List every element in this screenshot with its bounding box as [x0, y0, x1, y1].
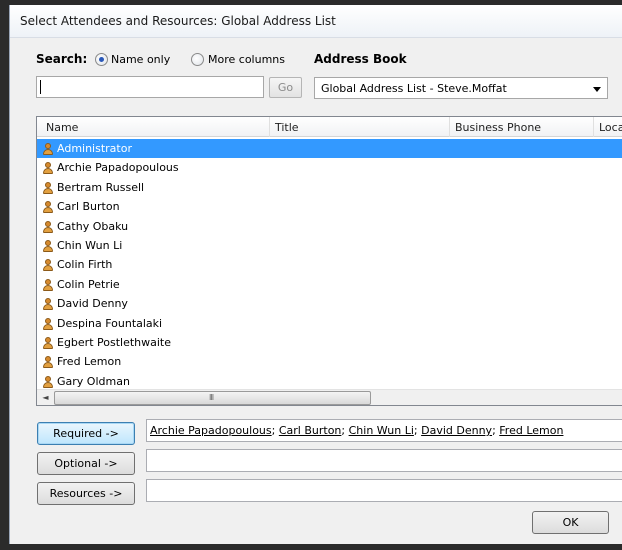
user-icon — [43, 259, 53, 272]
address-book-selected: Global Address List - Steve.Moffat — [321, 82, 507, 95]
contact-name: Colin Firth — [57, 258, 113, 272]
contact-name: Chin Wun Li — [57, 238, 123, 252]
user-icon — [43, 317, 53, 330]
required-attendee[interactable]: David Denny — [421, 424, 492, 437]
column-header-business-phone[interactable]: Business Phone — [455, 121, 541, 134]
scroll-left-icon[interactable]: ◄ — [37, 390, 54, 405]
window-frame-left — [0, 0, 9, 550]
window-frame-bottom — [0, 544, 622, 550]
column-divider[interactable] — [593, 117, 594, 137]
contact-name: Colin Petrie — [57, 277, 120, 291]
contact-name: Administrator — [57, 142, 132, 155]
contact-row[interactable]: Carl Burton — [37, 197, 622, 216]
contact-row[interactable]: Colin Petrie — [37, 275, 622, 294]
contact-row[interactable]: Administrator — [37, 139, 622, 159]
scrollbar-grip: III — [209, 393, 214, 402]
name-only-label[interactable]: Name only — [111, 53, 170, 66]
ok-button[interactable]: OK — [532, 511, 609, 534]
chevron-down-icon[interactable] — [593, 87, 601, 92]
required-attendees-field[interactable]: Archie Papadopoulous; Carl Burton; Chin … — [146, 419, 622, 442]
more-columns-radio[interactable] — [191, 53, 204, 66]
search-input[interactable] — [36, 76, 264, 98]
contact-row[interactable]: Despina Fountalaki — [37, 314, 622, 333]
name-only-radio[interactable] — [95, 53, 108, 66]
resources-field[interactable] — [146, 479, 622, 502]
contact-name: Gary Oldman — [57, 374, 130, 388]
user-icon — [43, 278, 53, 291]
title-bar: Select Attendees and Resources: Global A… — [10, 5, 622, 38]
user-icon — [43, 375, 53, 388]
column-header-title[interactable]: Title — [275, 121, 299, 134]
contact-name: David Denny — [57, 297, 128, 311]
required-attendee[interactable]: Carl Burton — [279, 424, 342, 437]
user-icon — [43, 298, 53, 311]
user-icon — [43, 201, 53, 214]
go-button[interactable]: Go — [269, 77, 302, 98]
contact-name: Despina Fountalaki — [57, 316, 163, 330]
contact-row[interactable]: Bertram Russell — [37, 178, 622, 197]
contact-rows: Administrator Archie Papadopoulous Bertr… — [37, 139, 622, 391]
contact-row[interactable]: Egbert Postlethwaite — [37, 333, 622, 352]
dialog-title: Select Attendees and Resources: Global A… — [20, 14, 336, 28]
contact-name: Fred Lemon — [57, 355, 122, 369]
contact-name: Bertram Russell — [57, 180, 145, 194]
user-icon — [43, 356, 53, 369]
address-list[interactable]: Name Title Business Phone Loca Administr… — [36, 116, 622, 406]
required-attendees-list: Archie Papadopoulous; Carl Burton; Chin … — [150, 424, 564, 437]
user-icon — [43, 220, 53, 233]
user-icon — [43, 162, 53, 175]
user-icon — [43, 143, 53, 155]
contact-row[interactable]: Archie Papadopoulous — [37, 158, 622, 177]
scrollbar-thumb[interactable]: III — [54, 391, 371, 405]
required-attendee[interactable]: Archie Papadopoulous — [150, 424, 272, 437]
optional-attendees-field[interactable] — [146, 449, 622, 472]
contact-name: Egbert Postlethwaite — [57, 335, 172, 349]
user-icon — [43, 181, 53, 194]
select-attendees-dialog: Select Attendees and Resources: Global A… — [9, 5, 622, 544]
contact-row[interactable]: Colin Firth — [37, 255, 622, 274]
contact-row[interactable]: Fred Lemon — [37, 352, 622, 371]
address-book-dropdown[interactable]: Global Address List - Steve.Moffat — [314, 77, 608, 99]
horizontal-scrollbar[interactable]: ◄ III — [37, 389, 622, 405]
resources-button[interactable]: Resources -> — [37, 482, 135, 505]
text-caret — [40, 80, 41, 94]
optional-button[interactable]: Optional -> — [37, 452, 135, 475]
column-divider[interactable] — [269, 117, 270, 137]
contact-name: Cathy Obaku — [57, 219, 129, 233]
required-attendee[interactable]: Fred Lemon — [499, 424, 563, 437]
user-icon — [43, 239, 53, 252]
contact-row[interactable]: David Denny — [37, 294, 622, 313]
contact-row[interactable]: Cathy Obaku — [37, 217, 622, 236]
required-attendee[interactable]: Chin Wun Li — [349, 424, 414, 437]
contact-name: Archie Papadopoulous — [57, 161, 179, 175]
more-columns-label[interactable]: More columns — [208, 53, 285, 66]
required-button[interactable]: Required -> — [37, 422, 135, 445]
column-header-name[interactable]: Name — [46, 121, 78, 134]
user-icon — [43, 336, 53, 349]
column-header-location[interactable]: Loca — [599, 121, 622, 134]
contact-name: Carl Burton — [57, 200, 120, 214]
contact-row[interactable]: Chin Wun Li — [37, 236, 622, 255]
list-header: Name Title Business Phone Loca — [37, 117, 622, 137]
column-divider[interactable] — [449, 117, 450, 137]
address-book-label: Address Book — [314, 52, 407, 66]
search-label: Search: — [36, 52, 88, 66]
